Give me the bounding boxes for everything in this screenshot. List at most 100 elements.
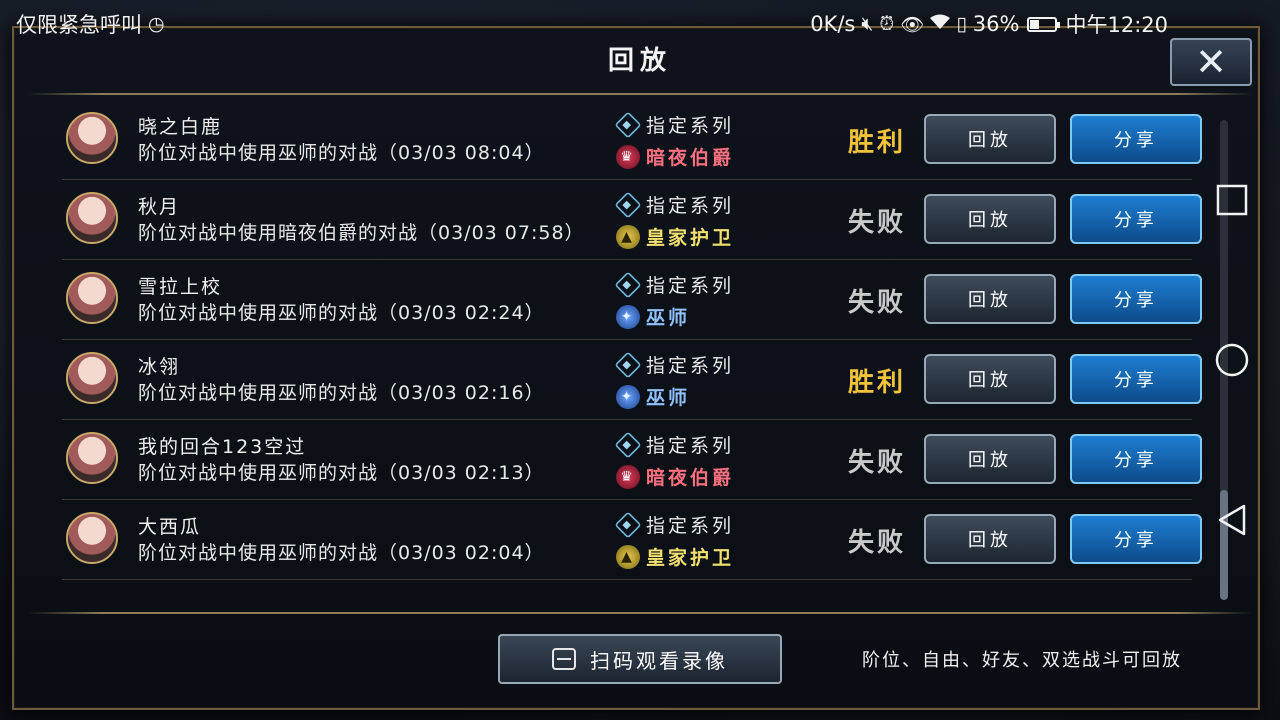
- recent-apps-icon[interactable]: [1214, 182, 1250, 218]
- clock-icon: ◷: [148, 13, 165, 35]
- format-tag-label: 指定系列: [646, 355, 735, 377]
- player-avatar: [66, 112, 118, 164]
- deck-class-tag: ▲ 皇家护卫: [616, 543, 734, 570]
- share-button[interactable]: 分享: [1070, 274, 1202, 324]
- match-description: 阶位对战中使用巫师的对战（03/03 02:24）: [138, 302, 545, 324]
- deck-class-tag: ✦ 巫师: [616, 383, 690, 410]
- match-result: 失败: [848, 288, 907, 318]
- share-button[interactable]: 分享: [1070, 114, 1202, 164]
- class-icon: ♛: [616, 464, 640, 489]
- network-speed: 0K/s: [810, 12, 856, 36]
- battery-icon: [1027, 16, 1061, 32]
- footer-divider: [28, 612, 1252, 614]
- replay-row: 我的回合123空过 阶位对战中使用巫师的对战（03/03 02:13） ◆ 指定…: [62, 420, 1202, 500]
- sim-alert-icon: ▯: [956, 13, 967, 35]
- replay-row: 冰翎 阶位对战中使用巫师的对战（03/03 02:16） ◆ 指定系列 ✦ 巫师…: [62, 340, 1202, 420]
- format-shield-icon: ◆: [614, 110, 642, 139]
- replay-button[interactable]: 回放: [924, 274, 1056, 324]
- format-tag-label: 指定系列: [646, 115, 735, 137]
- format-tag-label: 指定系列: [646, 515, 735, 537]
- format-tag: ◆ 指定系列: [614, 430, 735, 459]
- format-shield-icon: ◆: [614, 430, 642, 459]
- match-result: 失败: [848, 208, 907, 238]
- deck-class-tag: ♛ 暗夜伯爵: [616, 143, 734, 170]
- replay-list: 晓之白鹿 阶位对战中使用巫师的对战（03/03 08:04） ◆ 指定系列 ♛ …: [62, 100, 1202, 580]
- player-name: 大西瓜: [138, 516, 202, 538]
- format-tag-label: 指定系列: [646, 275, 735, 297]
- format-shield-icon: ◆: [614, 270, 642, 299]
- deck-class-label: 皇家护卫: [646, 547, 735, 569]
- match-result: 胜利: [848, 128, 907, 158]
- replay-button[interactable]: 回放: [924, 514, 1056, 564]
- format-shield-icon: ◆: [614, 350, 642, 379]
- format-tag: ◆ 指定系列: [614, 270, 735, 299]
- wifi-icon: [930, 13, 951, 35]
- match-result: 胜利: [848, 368, 907, 398]
- player-name: 晓之白鹿: [138, 116, 223, 138]
- match-description: 阶位对战中使用巫师的对战（03/03 02:16）: [138, 382, 545, 404]
- match-description: 阶位对战中使用巫师的对战（03/03 02:13）: [138, 462, 545, 484]
- deck-class-label: 暗夜伯爵: [646, 467, 735, 489]
- format-tag-label: 指定系列: [646, 435, 735, 457]
- format-tag: ◆ 指定系列: [614, 510, 735, 539]
- class-icon: ▲: [616, 544, 640, 569]
- scan-qr-button[interactable]: 扫码观看录像: [498, 634, 782, 684]
- emergency-call-text: 仅限紧急呼叫: [16, 13, 142, 37]
- player-avatar: [66, 352, 118, 404]
- format-tag: ◆ 指定系列: [614, 350, 735, 379]
- battery-percent: 36%: [972, 12, 1020, 36]
- player-avatar: [66, 432, 118, 484]
- format-tag: ◆ 指定系列: [614, 110, 735, 139]
- match-result: 失败: [848, 448, 907, 478]
- replay-button[interactable]: 回放: [924, 434, 1056, 484]
- deck-class-tag: ♛ 暗夜伯爵: [616, 463, 734, 490]
- deck-class-tag: ▲ 皇家护卫: [616, 223, 734, 250]
- share-button[interactable]: 分享: [1070, 514, 1202, 564]
- player-name: 冰翎: [138, 356, 181, 378]
- clock-time: 中午12:20: [1065, 13, 1168, 37]
- scan-qr-label: 扫码观看录像: [590, 648, 728, 673]
- class-icon: ♛: [616, 144, 640, 169]
- player-avatar: [66, 192, 118, 244]
- class-icon: ✦: [616, 304, 640, 329]
- replay-row: 秋月 阶位对战中使用暗夜伯爵的对战（03/03 07:58） ◆ 指定系列 ▲ …: [62, 180, 1202, 260]
- replay-hint: 阶位、自由、好友、双选战斗可回放: [862, 650, 1182, 671]
- deck-class-label: 巫师: [646, 307, 691, 329]
- replay-button[interactable]: 回放: [924, 194, 1056, 244]
- class-icon: ▲: [616, 224, 640, 249]
- match-description: 阶位对战中使用巫师的对战（03/03 02:04）: [138, 542, 545, 564]
- player-avatar: [66, 512, 118, 564]
- replay-row: 晓之白鹿 阶位对战中使用巫师的对战（03/03 08:04） ◆ 指定系列 ♛ …: [62, 100, 1202, 180]
- replay-button[interactable]: 回放: [924, 114, 1056, 164]
- player-name: 我的回合123空过: [138, 436, 307, 458]
- deck-class-label: 暗夜伯爵: [646, 147, 735, 169]
- share-button[interactable]: 分享: [1070, 434, 1202, 484]
- player-avatar: [66, 272, 118, 324]
- share-button[interactable]: 分享: [1070, 194, 1202, 244]
- player-name: 秋月: [138, 196, 181, 218]
- format-shield-icon: ◆: [614, 190, 642, 219]
- back-icon[interactable]: [1214, 502, 1250, 538]
- format-shield-icon: ◆: [614, 510, 642, 539]
- class-icon: ✦: [616, 384, 640, 409]
- share-button[interactable]: 分享: [1070, 354, 1202, 404]
- match-result: 失败: [848, 528, 907, 558]
- deck-class-label: 巫师: [646, 387, 691, 409]
- status-bar: 仅限紧急呼叫 ◷ 0K/s 🔇︎ ⏰︎ 👁︎ ▯ 36% 中午12:20: [0, 0, 1280, 48]
- replay-row: 雪拉上校 阶位对战中使用巫师的对战（03/03 02:24） ◆ 指定系列 ✦ …: [62, 260, 1202, 340]
- replay-row: 大西瓜 阶位对战中使用巫师的对战（03/03 02:04） ◆ 指定系列 ▲ 皇…: [62, 500, 1202, 580]
- home-icon[interactable]: [1214, 342, 1250, 378]
- alarm-icon: ⏰︎: [879, 13, 895, 35]
- eye-icon: 👁︎: [900, 13, 925, 36]
- header-divider: [28, 93, 1252, 95]
- match-description: 阶位对战中使用巫师的对战（03/03 08:04）: [138, 142, 545, 164]
- mute-icon: 🔇︎: [861, 13, 874, 35]
- player-name: 雪拉上校: [138, 276, 223, 298]
- format-tag-label: 指定系列: [646, 195, 735, 217]
- format-tag: ◆ 指定系列: [614, 190, 735, 219]
- deck-class-tag: ✦ 巫师: [616, 303, 690, 330]
- replay-button[interactable]: 回放: [924, 354, 1056, 404]
- deck-class-label: 皇家护卫: [646, 227, 735, 249]
- scan-icon: [552, 648, 576, 670]
- match-description: 阶位对战中使用暗夜伯爵的对战（03/03 07:58）: [138, 222, 585, 244]
